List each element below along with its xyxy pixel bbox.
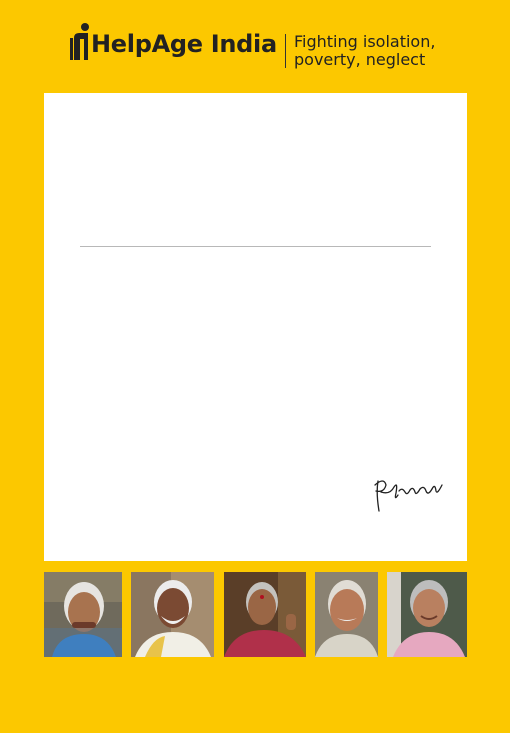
brand-name: HelpAge India [91,30,277,58]
photo-elderly-woman-3 [387,572,467,657]
photo-elderly-man-2 [315,572,378,657]
header-divider [285,34,286,68]
letterhead-header: HelpAge India Fighting isolation, povert… [0,0,510,92]
person-with-cane-icon [70,23,89,60]
tagline-line-2: poverty, neglect [294,50,426,69]
photo-strip [0,572,510,658]
letter-body [44,93,467,561]
signature-icon [374,480,443,512]
tagline: Fighting isolation, poverty, neglect [294,33,435,69]
tagline-line-1: Fighting isolation, [294,32,436,51]
photo-elderly-man-1 [131,572,214,657]
photo-elderly-woman-1 [44,572,122,657]
horizontal-rule [80,246,431,247]
photo-elderly-woman-2 [224,572,306,657]
